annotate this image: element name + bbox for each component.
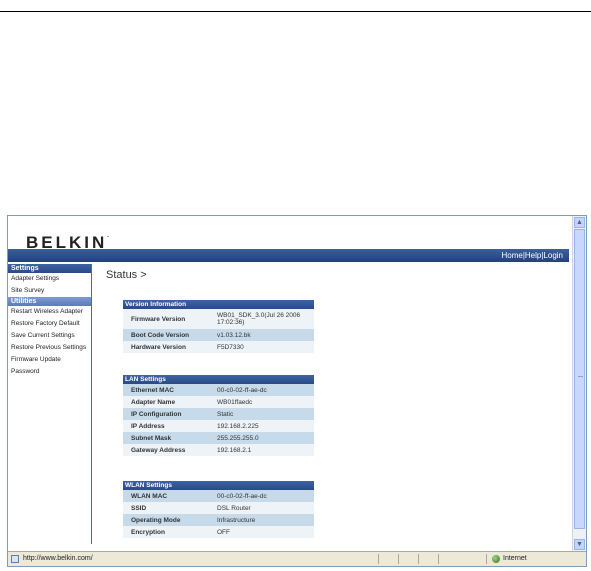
row-value: WB01ffaedc xyxy=(217,398,253,406)
table-row: Firmware Version WB01_SDK_3.0(Jul 26 200… xyxy=(123,309,314,329)
row-label: IP Address xyxy=(131,422,165,430)
page-title: Status > xyxy=(106,269,147,281)
browser-window: BELKIN. Home|Help|Login Settings Adapter… xyxy=(7,215,587,567)
table-row: Encryption OFF xyxy=(123,526,314,538)
status-divider xyxy=(438,554,439,564)
table-row: IP Address 192.168.2.225 xyxy=(123,420,314,432)
table-row: SSID DSL Router xyxy=(123,502,314,514)
scrollbar-thumb[interactable] xyxy=(574,229,585,529)
sidebar-item-restore-factory[interactable]: Restore Factory Default xyxy=(8,318,91,330)
sidebar-item-adapter-settings[interactable]: Adapter Settings xyxy=(8,273,91,285)
row-value: v1.03.12.bk xyxy=(217,331,251,339)
row-label: Boot Code Version xyxy=(131,331,190,339)
row-value: 192.168.2.1 xyxy=(217,446,252,454)
wlan-settings-panel: WLAN Settings WLAN MAC 00-c0-02-ff-ae-dc… xyxy=(123,481,314,538)
status-bar: http://www.belkin.com/ Internet xyxy=(8,551,586,566)
row-label: Adapter Name xyxy=(131,398,176,406)
top-nav-links: Home|Help|Login xyxy=(501,251,563,260)
panel-heading: Version Information xyxy=(123,300,314,309)
row-value: 192.168.2.225 xyxy=(217,422,259,430)
version-info-panel: Version Information Firmware Version WB0… xyxy=(123,300,314,353)
row-label: Subnet Mask xyxy=(131,434,172,442)
row-label: Firmware Version xyxy=(131,315,186,323)
table-row: Gateway Address 192.168.2.1 xyxy=(123,444,314,456)
row-value: 255.255.255.0 xyxy=(217,434,259,442)
security-zone-label: Internet xyxy=(503,555,527,562)
table-row: Hardware Version F5D7330 xyxy=(123,341,314,353)
sidebar-item-restart-adapter[interactable]: Restart Wireless Adapter xyxy=(8,306,91,318)
table-row: Adapter Name WB01ffaedc xyxy=(123,396,314,408)
help-link[interactable]: Help xyxy=(525,251,541,260)
row-label: Hardware Version xyxy=(131,343,186,351)
top-nav-bar: Home|Help|Login xyxy=(8,249,569,262)
row-label: WLAN MAC xyxy=(131,492,168,500)
row-value: F5D7330 xyxy=(217,343,244,351)
top-rule xyxy=(0,11,591,12)
sidebar-item-save-settings[interactable]: Save Current Settings xyxy=(8,330,91,342)
scroll-up-button[interactable]: ▲ xyxy=(574,217,585,228)
table-row: Subnet Mask 255.255.255.0 xyxy=(123,432,314,444)
status-divider xyxy=(398,554,399,564)
status-url: http://www.belkin.com/ xyxy=(23,555,93,562)
internet-zone-icon xyxy=(492,555,500,563)
sidebar-heading-settings: Settings xyxy=(8,264,91,273)
sidebar-heading-utilities: Utilities xyxy=(8,297,91,306)
row-label: Gateway Address xyxy=(131,446,186,454)
table-row: Boot Code Version v1.03.12.bk xyxy=(123,329,314,341)
table-row: Operating Mode Infrastructure xyxy=(123,514,314,526)
sidebar-item-firmware-update[interactable]: Firmware Update xyxy=(8,354,91,366)
panel-heading: WLAN Settings xyxy=(123,481,314,490)
row-value: OFF xyxy=(217,528,230,536)
scroll-grip-icon xyxy=(578,376,583,377)
row-label: SSID xyxy=(131,504,147,512)
vertical-scrollbar[interactable]: ▲ ▼ xyxy=(572,216,586,551)
page-icon xyxy=(11,555,19,563)
table-row: IP Configuration Static xyxy=(123,408,314,420)
row-value: 00-c0-02-ff-ae-dc xyxy=(217,386,267,394)
status-divider xyxy=(418,554,419,564)
sidebar-item-site-survey[interactable]: Site Survey xyxy=(8,285,91,297)
row-value: WB01_SDK_3.0(Jul 26 2006 17:02:36) xyxy=(217,312,301,326)
status-divider xyxy=(378,554,379,564)
row-value: DSL Router xyxy=(217,504,251,512)
sidebar-item-password[interactable]: Password xyxy=(8,366,91,378)
row-label: Ethernet MAC xyxy=(131,386,174,394)
row-label: Operating Mode xyxy=(131,516,181,524)
table-row: WLAN MAC 00-c0-02-ff-ae-dc xyxy=(123,490,314,502)
home-link[interactable]: Home xyxy=(501,251,522,260)
sidebar: Settings Adapter Settings Site Survey Ut… xyxy=(8,264,92,544)
login-link[interactable]: Login xyxy=(543,251,563,260)
sidebar-item-restore-previous[interactable]: Restore Previous Settings xyxy=(8,342,91,354)
scroll-down-button[interactable]: ▼ xyxy=(574,539,585,550)
lan-settings-panel: LAN Settings Ethernet MAC 00-c0-02-ff-ae… xyxy=(123,375,314,456)
status-divider xyxy=(486,554,487,564)
table-row: Ethernet MAC 00-c0-02-ff-ae-dc xyxy=(123,384,314,396)
row-value: Static xyxy=(217,410,234,418)
row-label: IP Configuration xyxy=(131,410,182,418)
row-label: Encryption xyxy=(131,528,165,536)
row-value: Infrastructure xyxy=(217,516,256,524)
row-value: 00-c0-02-ff-ae-dc xyxy=(217,492,267,500)
panel-heading: LAN Settings xyxy=(123,375,314,384)
